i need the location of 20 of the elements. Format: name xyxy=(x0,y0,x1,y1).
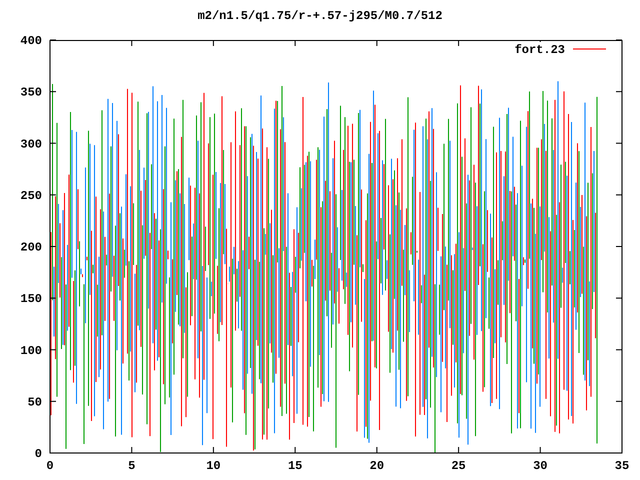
legend-label: fort.23 xyxy=(514,43,565,57)
y-tick-label: 0 xyxy=(34,447,42,461)
y-tick-label: 100 xyxy=(20,344,42,358)
x-tick-label: 0 xyxy=(46,459,54,473)
y-tick-label: 200 xyxy=(20,240,42,254)
y-tick-label: 50 xyxy=(28,395,42,410)
y-tick-label: 400 xyxy=(20,34,42,48)
y-tick-label: 300 xyxy=(20,137,42,152)
y-tick-label: 250 xyxy=(20,188,42,203)
x-tick-label: 30 xyxy=(533,459,548,473)
x-tick-label: 10 xyxy=(206,459,221,473)
x-tick-label: 35 xyxy=(614,459,630,473)
x-tick-label: 20 xyxy=(370,459,384,473)
chart-title: m2/n1.5/q1.75/r-+.57-j295/M0.7/512 xyxy=(198,10,442,25)
x-tick-label: 25 xyxy=(451,459,466,473)
x-tick-label: 15 xyxy=(288,459,302,473)
legend-line-icon xyxy=(572,48,606,50)
y-tick-label: 150 xyxy=(20,292,42,306)
x-tick-label: 5 xyxy=(128,459,136,473)
y-tick-label: 350 xyxy=(20,86,42,100)
